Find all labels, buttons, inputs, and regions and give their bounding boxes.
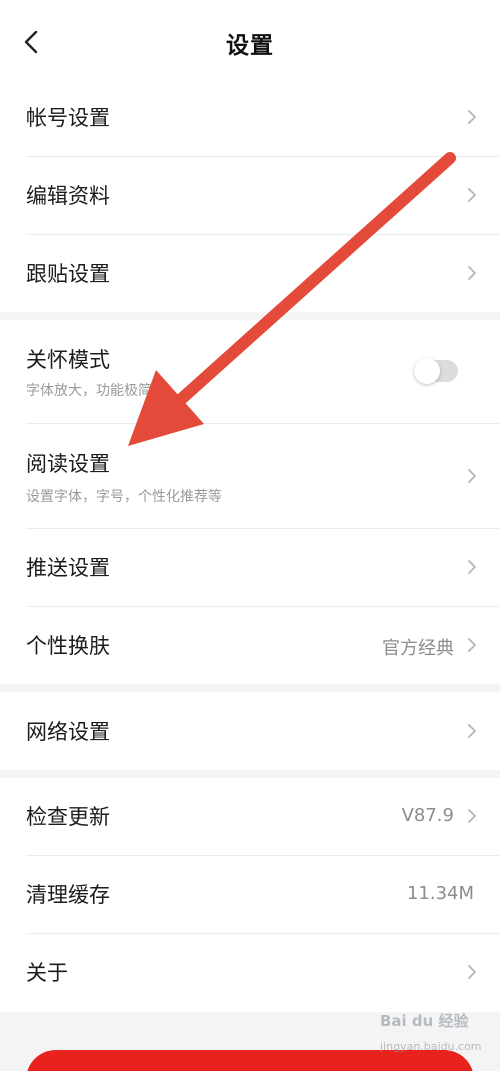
row-value: 官方经典 xyxy=(382,638,454,659)
settings-group-network: 网络设置 xyxy=(0,692,500,770)
chevron-right-icon xyxy=(468,110,476,124)
row-follow-post-settings[interactable]: 跟贴设置 xyxy=(0,235,500,312)
row-label: 关于 xyxy=(26,961,68,985)
chevron-right-icon xyxy=(468,724,476,738)
chevron-right-icon xyxy=(468,965,476,979)
chevron-right-icon xyxy=(468,560,476,574)
row-label: 编辑资料 xyxy=(26,184,110,208)
chevron-right-icon xyxy=(468,809,476,823)
row-value: V87.9 xyxy=(401,805,454,826)
row-label: 个性换肤 xyxy=(26,634,110,658)
toggle-knob xyxy=(414,358,440,384)
settings-screen: 设置 帐号设置 编辑资料 跟贴设置 关怀模式 字体放大，功能极简 阅读设置 设置… xyxy=(0,0,500,1071)
care-mode-toggle[interactable] xyxy=(414,358,458,384)
row-label: 帐号设置 xyxy=(26,106,110,130)
row-value: 11.34M xyxy=(406,883,474,904)
top-bar: 设置 xyxy=(0,0,500,80)
settings-group-account: 帐号设置 编辑资料 跟贴设置 xyxy=(0,80,500,312)
row-label: 网络设置 xyxy=(26,720,110,744)
settings-group-display: 关怀模式 字体放大，功能极简 阅读设置 设置字体，字号，个性化推荐等 推送设置 … xyxy=(0,320,500,684)
row-label: 清理缓存 xyxy=(26,883,110,907)
row-skin[interactable]: 个性换肤 官方经典 xyxy=(0,607,500,684)
row-care-mode[interactable]: 关怀模式 字体放大，功能极简 xyxy=(0,320,500,423)
baidu-jingyan-watermark: Bai du 经验 jingyan.baidu.com xyxy=(380,1010,482,1062)
row-account-settings[interactable]: 帐号设置 xyxy=(0,80,500,156)
watermark-brand: Bai du 经验 xyxy=(380,1012,469,1030)
page-title: 设置 xyxy=(226,33,274,59)
row-about[interactable]: 关于 xyxy=(0,934,500,1012)
row-push-settings[interactable]: 推送设置 xyxy=(0,529,500,606)
chevron-right-icon xyxy=(468,188,476,202)
settings-group-system: 检查更新 V87.9 清理缓存 11.34M 关于 xyxy=(0,778,500,1012)
row-reading-settings[interactable]: 阅读设置 设置字体，字号，个性化推荐等 xyxy=(0,424,500,528)
row-subtitle: 设置字体，字号，个性化推荐等 xyxy=(26,489,222,505)
chevron-right-icon xyxy=(468,469,476,483)
row-label: 推送设置 xyxy=(26,556,110,580)
row-check-update[interactable]: 检查更新 V87.9 xyxy=(0,778,500,855)
row-label: 检查更新 xyxy=(26,805,110,829)
row-label: 跟贴设置 xyxy=(26,262,110,286)
row-edit-profile[interactable]: 编辑资料 xyxy=(0,157,500,234)
row-clear-cache[interactable]: 清理缓存 11.34M xyxy=(0,856,500,933)
row-label: 关怀模式 xyxy=(26,348,110,372)
row-network-settings[interactable]: 网络设置 xyxy=(0,692,500,770)
row-subtitle: 字体放大，功能极简 xyxy=(26,383,152,399)
row-label: 阅读设置 xyxy=(26,452,110,476)
chevron-right-icon xyxy=(468,266,476,280)
chevron-right-icon xyxy=(468,638,476,652)
watermark-url: jingyan.baidu.com xyxy=(380,1040,482,1053)
